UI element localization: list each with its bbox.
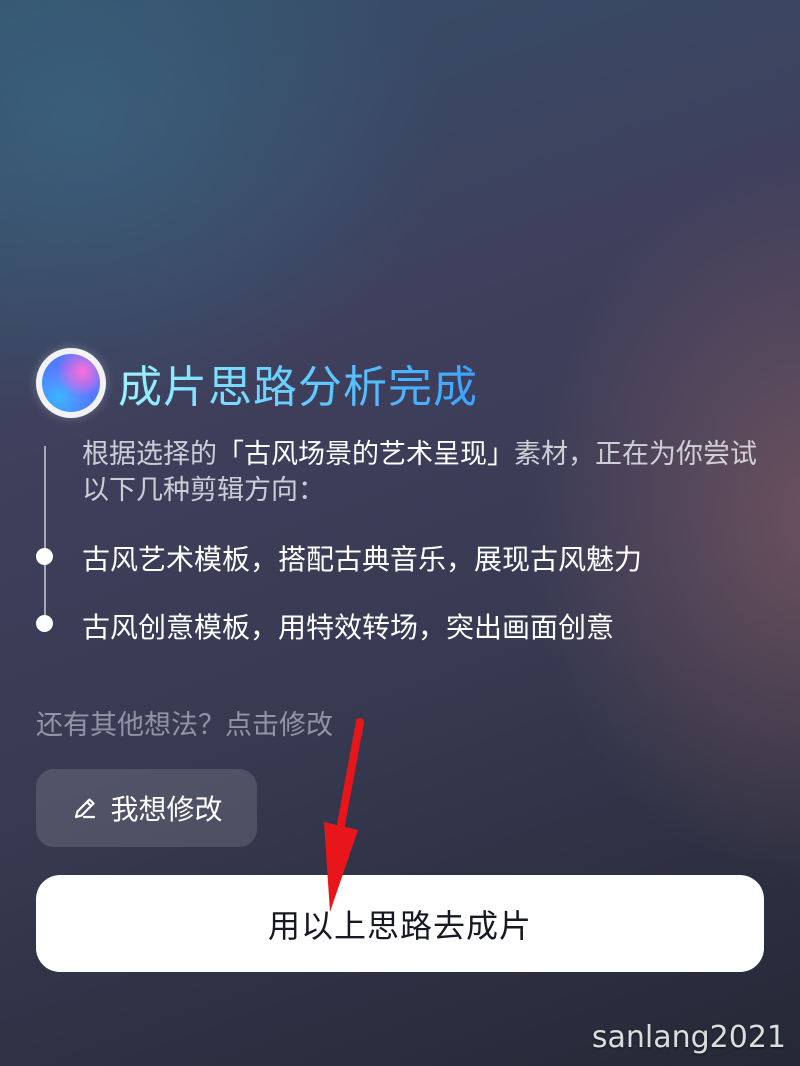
timeline-line — [44, 446, 46, 626]
edit-direction-option: 古风创意模板，用特效转场，突出画面创意 — [82, 611, 615, 644]
timeline-dot — [36, 548, 53, 565]
analysis-intro: 根据选择的「古风场景的艺术呈现」素材，正在为你尝试以下几种剪辑方向： — [82, 437, 772, 509]
intro-prefix: 根据选择的 — [82, 439, 217, 470]
material-name: 「古风场景的艺术呈现」 — [217, 439, 514, 470]
watermark: sanlang2021 — [591, 1020, 786, 1055]
analysis-header: 成片思路分析完成 — [36, 346, 478, 420]
timeline-dot — [36, 615, 53, 632]
modify-button[interactable]: 我想修改 — [36, 769, 257, 847]
orb-core — [42, 354, 100, 412]
pencil-icon — [70, 793, 100, 823]
analysis-screen: 成片思路分析完成 根据选择的「古风场景的艺术呈现」素材，正在为你尝试以下几种剪辑… — [0, 0, 800, 1066]
modify-hint: 还有其他想法？点击修改 — [36, 710, 333, 741]
generate-video-button-label: 用以上思路去成片 — [267, 906, 532, 945]
gradient-orb-icon — [36, 348, 106, 418]
modify-button-label: 我想修改 — [110, 793, 223, 826]
generate-video-button[interactable]: 用以上思路去成片 — [36, 875, 764, 972]
page-title: 成片思路分析完成 — [118, 351, 478, 415]
edit-direction-option: 古风艺术模板，搭配古典音乐，展现古风魅力 — [82, 543, 643, 576]
